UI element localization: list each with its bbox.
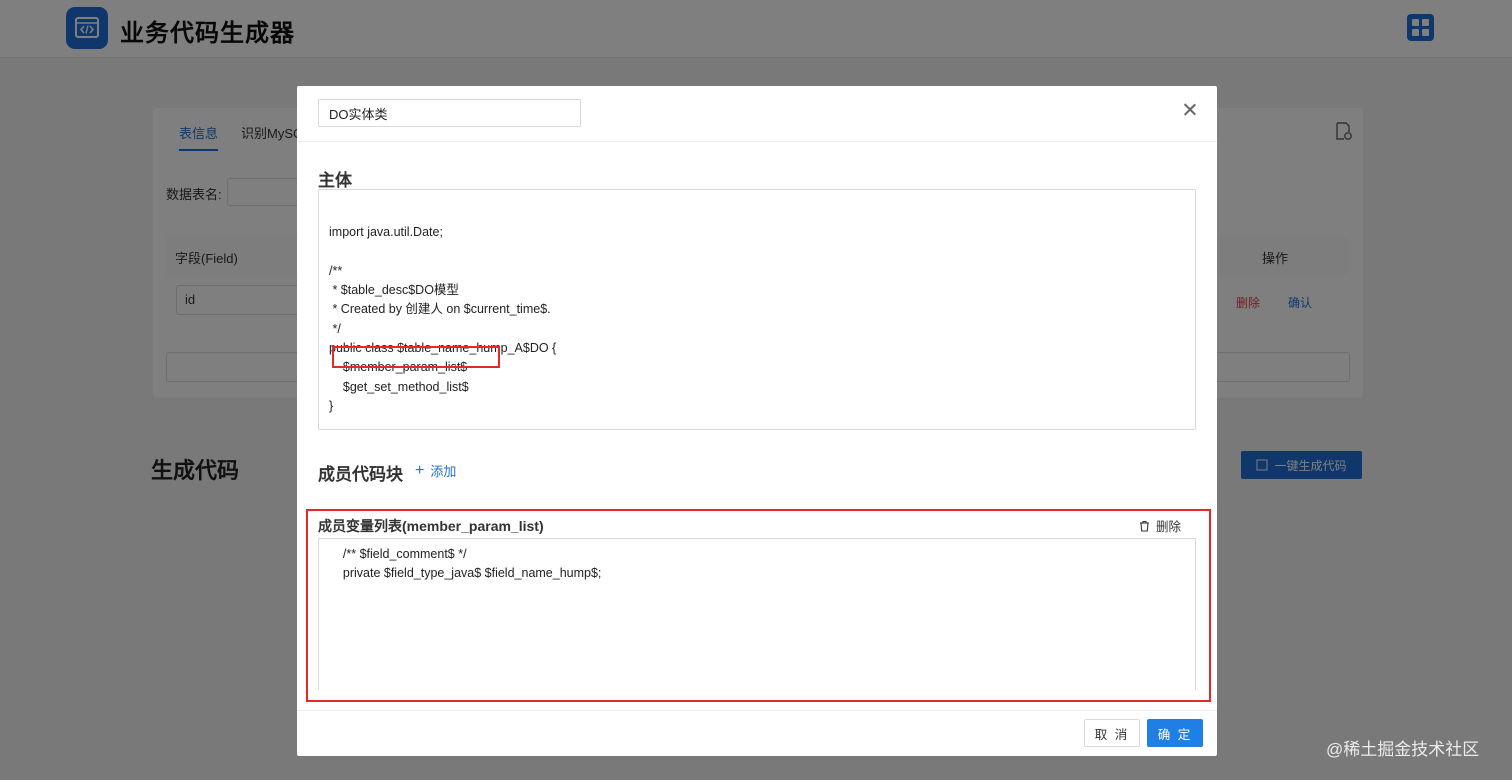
cancel-button[interactable]: 取 消: [1084, 719, 1140, 747]
members-section-title: 成员代码块: [318, 465, 403, 484]
add-member-button[interactable]: + 添加: [415, 461, 456, 480]
template-edit-modal: 主体 import java.util.Date; /** * $table_d…: [297, 86, 1217, 756]
member-block-title: 成员变量列表(member_param_list): [318, 518, 544, 534]
member-code-text: /** $field_comment$ */ private $field_ty…: [342, 547, 602, 581]
confirm-button[interactable]: 确 定: [1147, 719, 1203, 747]
modal-header: [297, 86, 1217, 142]
close-icon[interactable]: [1181, 101, 1199, 119]
modal-footer: [297, 710, 1217, 756]
member-delete-button[interactable]: 删除: [1139, 516, 1181, 535]
main-section-title: 主体: [318, 171, 352, 190]
template-title-input[interactable]: [318, 99, 581, 127]
member-code-editor[interactable]: /** $field_comment$ */ private $field_ty…: [318, 538, 1196, 690]
member-delete-label: 删除: [1156, 520, 1182, 534]
plus-icon: +: [415, 461, 425, 479]
trash-icon: [1140, 520, 1149, 532]
member-param-highlight: [332, 346, 500, 368]
add-member-label: 添加: [430, 464, 457, 479]
main-code-text: import java.util.Date; /** * $table_desc…: [329, 225, 557, 413]
watermark-text: @稀土掘金技术社区: [1326, 740, 1480, 759]
main-code-editor[interactable]: import java.util.Date; /** * $table_desc…: [318, 189, 1196, 430]
